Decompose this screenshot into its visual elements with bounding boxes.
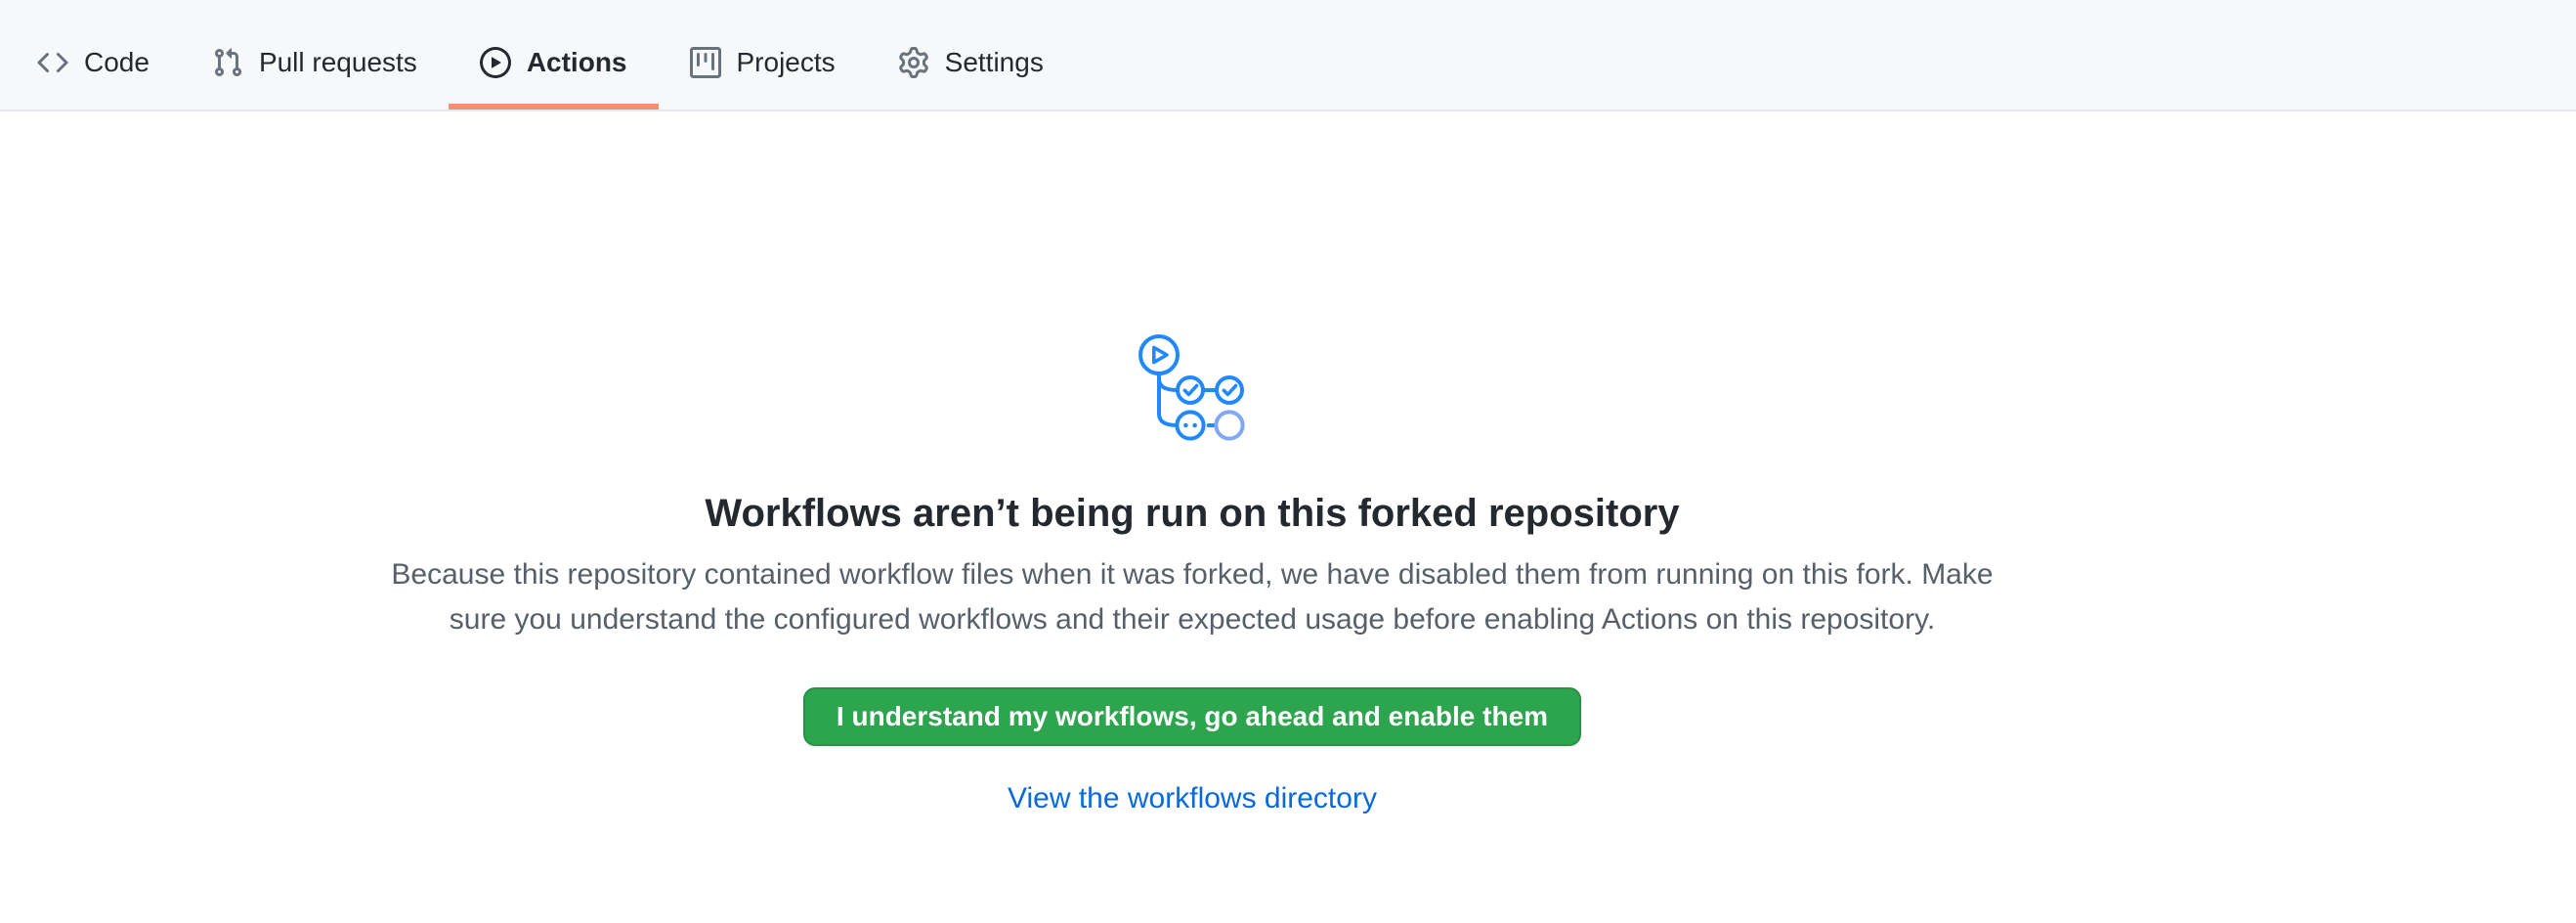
tab-label: Pull requests bbox=[259, 43, 417, 82]
tab-settings[interactable]: Settings bbox=[867, 16, 1075, 110]
tab-actions[interactable]: Actions bbox=[449, 16, 659, 110]
gear-icon bbox=[898, 47, 929, 78]
tab-pull-requests[interactable]: Pull requests bbox=[181, 16, 449, 110]
play-circle-icon bbox=[480, 47, 511, 78]
workflows-directory-link[interactable]: View the workflows directory bbox=[1008, 782, 1377, 814]
tab-projects[interactable]: Projects bbox=[659, 16, 867, 110]
git-pull-request-icon bbox=[212, 47, 243, 78]
tab-code[interactable]: Code bbox=[6, 16, 181, 110]
tab-label: Projects bbox=[737, 43, 836, 82]
code-icon bbox=[37, 47, 68, 78]
description-line-2: sure you understand the configured workf… bbox=[0, 597, 2384, 642]
actions-blankslate: Workflows aren’t being run on this forke… bbox=[0, 332, 2384, 820]
enable-workflows-button[interactable]: I understand my workflows, go ahead and … bbox=[803, 687, 1581, 746]
description-line-1: Because this repository contained workfl… bbox=[0, 552, 2384, 597]
project-icon bbox=[690, 47, 721, 78]
tab-label: Actions bbox=[527, 43, 627, 82]
link-row: View the workflows directory bbox=[0, 777, 2384, 820]
repo-tabnav: Code Pull requests Actions Projects Sett… bbox=[0, 0, 2576, 111]
workflow-graphic-icon bbox=[0, 332, 2384, 449]
blankslate-description: Because this repository contained workfl… bbox=[0, 552, 2384, 642]
button-row: I understand my workflows, go ahead and … bbox=[0, 642, 2384, 746]
tab-label: Code bbox=[84, 43, 150, 82]
tab-label: Settings bbox=[945, 43, 1044, 82]
page-title: Workflows aren’t being run on this forke… bbox=[0, 488, 2384, 539]
